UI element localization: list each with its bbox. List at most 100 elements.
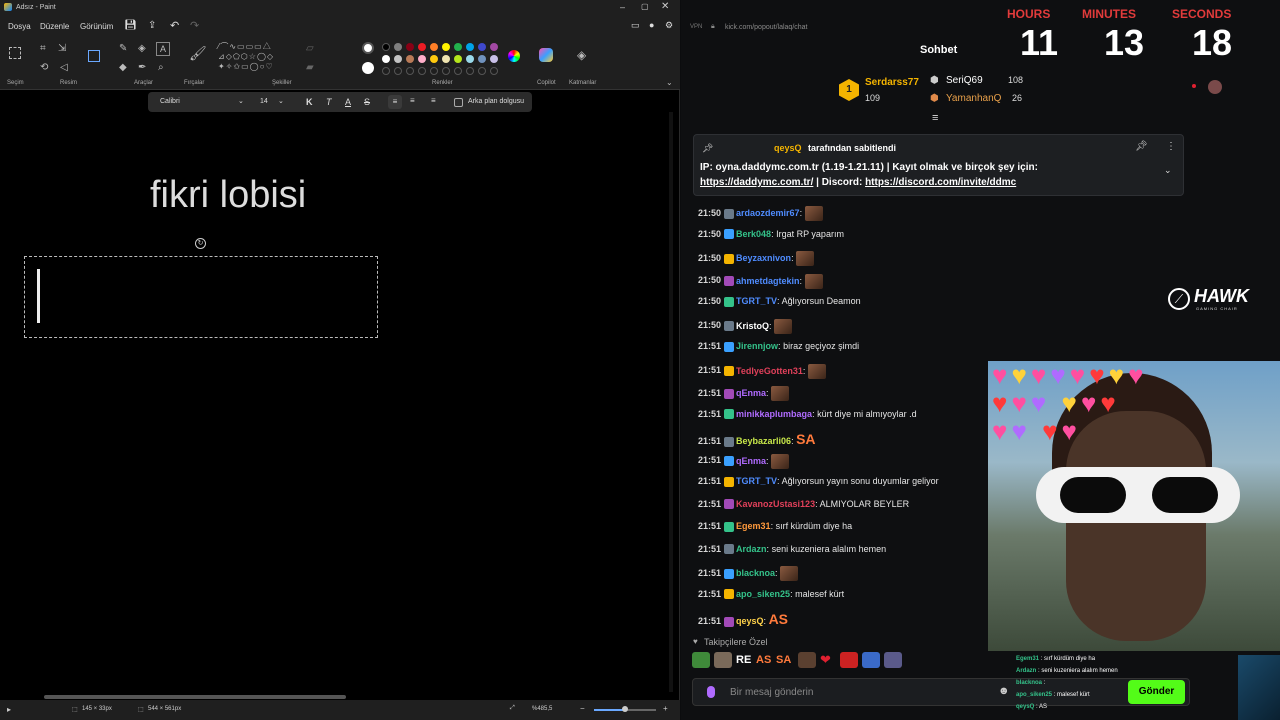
leader-1-name[interactable]: Serdarss77 [865,77,919,88]
layers-icon[interactable]: ◈ [577,49,586,61]
palette-swatch[interactable] [418,43,426,51]
message-username[interactable]: TGRT_TV [736,296,777,306]
emote-icon[interactable] [840,652,858,668]
select-tool-icon[interactable] [9,47,21,59]
palette-swatch[interactable] [490,43,498,51]
palette-swatch[interactable] [430,55,438,63]
font-family-select[interactable]: Calibri [160,98,180,105]
palette-empty-slot[interactable] [418,67,426,75]
palette-empty-slot[interactable] [382,67,390,75]
emote-icon[interactable] [798,652,816,668]
maximize-icon[interactable]: ▢ [641,2,649,11]
message-username[interactable]: ardaozdemir67 [736,208,800,218]
horizontal-scrollbar[interactable] [44,695,346,699]
redo-icon[interactable]: ↷ [190,19,199,32]
palette-swatch[interactable] [466,55,474,63]
underline-icon[interactable]: A [345,97,351,107]
font-size-select[interactable]: 14 [260,98,268,105]
undo-icon[interactable]: ↶ [170,19,179,32]
emote-heart-icon[interactable]: ❤ [820,652,831,668]
chevron-down-icon[interactable]: ⌄ [238,97,244,105]
leader-2-name[interactable]: SeriQ69 [946,75,983,86]
eraser-icon[interactable]: ◆ [119,63,127,73]
palette-empty-slot[interactable] [454,67,462,75]
pinned-link-discord[interactable]: https://discord.com/invite/ddmc [865,177,1016,188]
palette-empty-slot[interactable] [406,67,414,75]
message-username[interactable]: apo_siken25 [736,589,790,599]
copilot-icon[interactable] [539,48,553,62]
leader-3-name[interactable]: YamanhanQ [946,93,1001,104]
emote-icon[interactable] [714,652,732,668]
text-box-selection[interactable] [24,256,378,338]
ribbon-expand-icon[interactable]: ⌄ [666,78,673,88]
emote-as[interactable]: AS [756,654,771,666]
text-tool-icon[interactable]: A [156,42,170,56]
palette-swatch[interactable] [490,55,498,63]
palette-swatch[interactable] [382,43,390,51]
palette-swatch[interactable] [478,55,486,63]
flip-icon[interactable]: ◁ [60,63,68,73]
browser-url[interactable]: kick.com/popout/lalaq/chat [725,24,808,31]
emote-icon[interactable] [862,652,880,668]
palette-swatch[interactable] [442,55,450,63]
menu-file[interactable]: Dosya [8,22,31,31]
strikethrough-icon[interactable]: S [364,97,370,107]
palette-empty-slot[interactable] [394,67,402,75]
emote-frog-icon[interactable] [692,652,710,668]
palette-swatch[interactable] [418,55,426,63]
palette-swatch[interactable] [406,43,414,51]
share-icon[interactable]: ⇪ [148,20,156,31]
message-username[interactable]: qEnma [736,388,766,398]
settings-icon[interactable]: ⚙ [665,20,673,31]
pinned-user[interactable]: qeysQ [774,143,802,153]
zoom-in-icon[interactable]: + [663,704,668,713]
message-username[interactable]: ahmetdagtekin [736,275,800,285]
palette-empty-slot[interactable] [490,67,498,75]
close-icon[interactable]: ✕ [661,1,669,12]
paint-canvas[interactable]: fikri lobisi ↻ [0,112,673,699]
message-username[interactable]: Egem31 [736,521,771,531]
menu-edit[interactable]: Düzenle [40,22,69,31]
shapes-gallery-icon[interactable]: ⁄⌒∿▭▭▭△ ⊿◇⬠⬡☆◯◇ ✦✧✩▭◯○♡ [218,42,296,72]
palette-swatch[interactable] [466,43,474,51]
zoom-level[interactable]: %485,5 [532,706,552,712]
emote-icon[interactable] [884,652,902,668]
outline-icon[interactable]: ▱ [306,44,314,54]
message-username[interactable]: KavanozUstasi123 [736,499,815,509]
vertical-scrollbar[interactable] [669,112,673,692]
emote-sa[interactable]: SA [776,654,791,666]
chevron-down-icon[interactable]: ⌄ [278,97,284,105]
palette-swatch[interactable] [382,55,390,63]
palette-empty-slot[interactable] [466,67,474,75]
palette-empty-slot[interactable] [478,67,486,75]
palette-swatch[interactable] [406,55,414,63]
unpin-icon[interactable]: 📌︎ [1135,141,1148,152]
emote-re[interactable]: RE [736,654,751,666]
message-username[interactable]: Ardazn [736,544,767,554]
menu-view[interactable]: Görünüm [80,22,113,31]
minimize-icon[interactable]: – [620,2,625,12]
filter-icon[interactable]: ≡ [932,112,938,124]
palette-swatch[interactable] [442,43,450,51]
palette-swatch[interactable] [478,43,486,51]
brush-icon[interactable]: 🖌︎ [189,46,207,60]
palette-swatch[interactable] [394,55,402,63]
zoom-out-icon[interactable]: − [580,704,585,713]
more-icon[interactable]: ⋮ [1166,141,1176,152]
magnifier-icon[interactable]: ⌕ [158,63,164,73]
color1-swatch[interactable] [362,42,374,54]
color-picker-icon[interactable]: ✒ [138,63,146,73]
bold-button[interactable]: K [306,97,313,107]
palette-empty-slot[interactable] [442,67,450,75]
crop-icon[interactable]: ⌗ [40,44,46,54]
save-icon[interactable]: 💾︎ [124,20,137,31]
rotate-handle-icon[interactable]: ↻ [195,238,206,249]
resize-icon[interactable]: ⇲ [58,44,66,54]
pinned-link-site[interactable]: https://daddymc.com.tr/ [700,177,813,188]
message-username[interactable]: Jirennjow [736,341,778,351]
message-username[interactable]: Beyzaxnivon [736,253,791,263]
rotate-icon[interactable]: ⟲ [40,63,48,73]
message-username[interactable]: Berk048 [736,229,771,239]
color2-swatch[interactable] [362,62,374,74]
palette-swatch[interactable] [454,55,462,63]
